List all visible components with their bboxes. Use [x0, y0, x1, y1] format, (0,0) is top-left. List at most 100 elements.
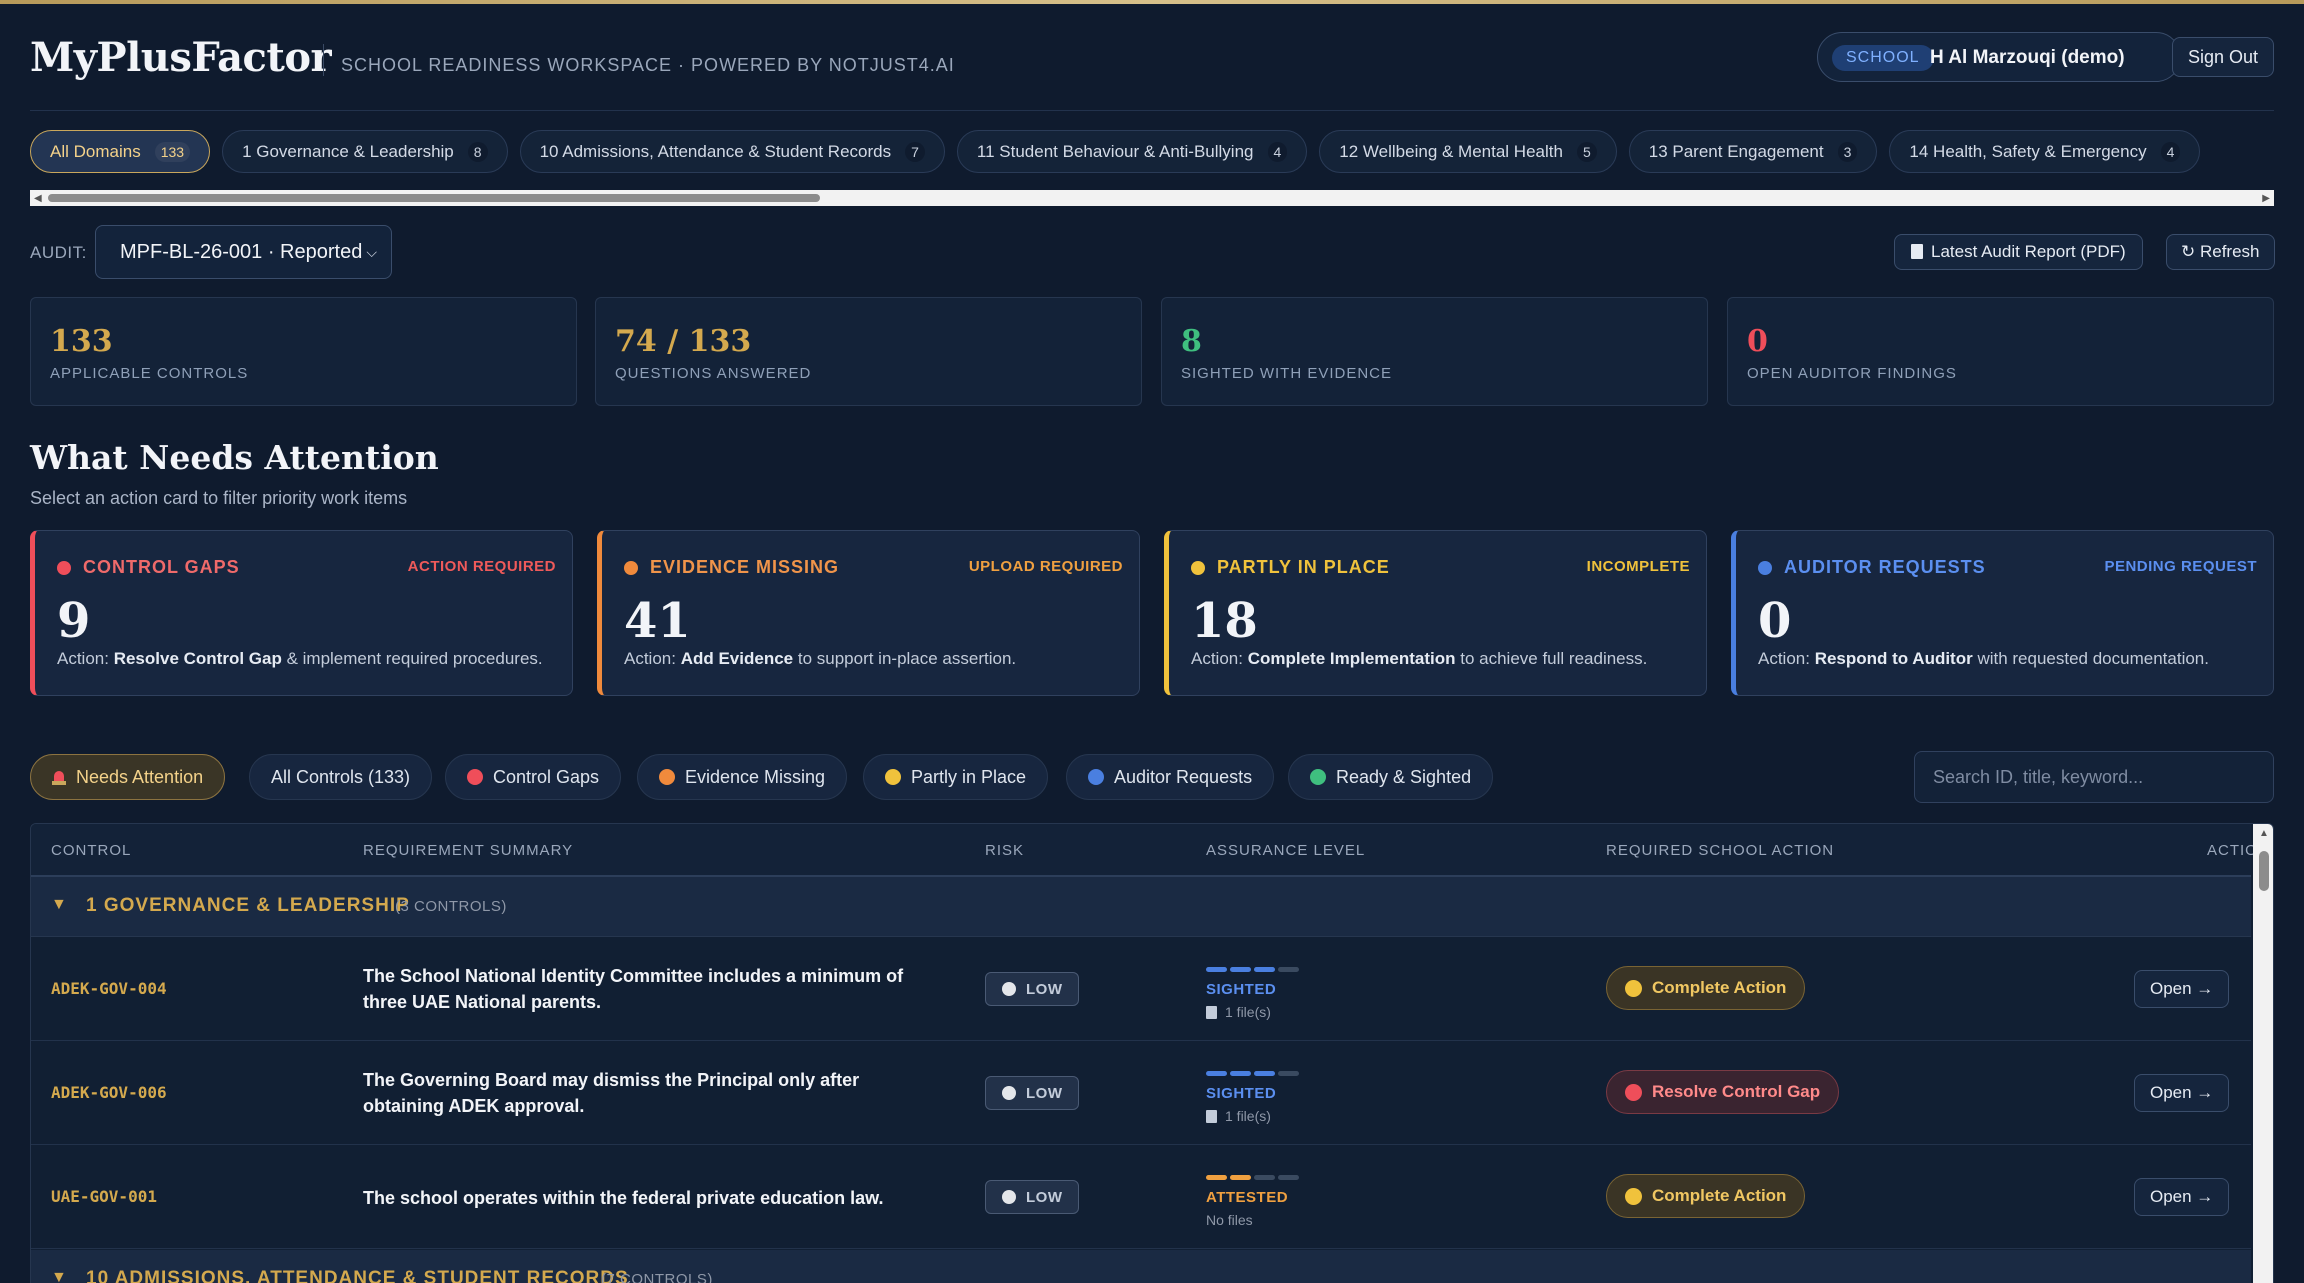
filter-evidence-missing[interactable]: Evidence Missing: [637, 754, 848, 800]
search-input[interactable]: Search ID, title, keyword...: [1914, 751, 2274, 803]
domain-tab-count: 8: [467, 141, 488, 162]
risk-label: LOW: [1026, 1188, 1063, 1206]
collapse-triangle-icon[interactable]: ▼: [51, 896, 67, 914]
risk-label: LOW: [1026, 980, 1063, 998]
group-row-governance[interactable]: ▼ 1 GOVERNANCE & LEADERSHIP (3 CONTROLS): [31, 877, 2251, 937]
action-card-evidence-missing[interactable]: EVIDENCE MISSING UPLOAD REQUIRED 41 Acti…: [597, 530, 1140, 696]
group-count: (7 CONTROLS): [601, 1271, 713, 1283]
stat-card-applicable-controls: 133 APPLICABLE CONTROLS: [30, 297, 577, 406]
risk-badge: LOW: [985, 972, 1079, 1006]
filter-auditor-requests[interactable]: Auditor Requests: [1066, 754, 1275, 800]
red-dot-icon: [1625, 1083, 1642, 1101]
action-card-description: Action: Respond to Auditor with requeste…: [1758, 649, 2209, 668]
assurance-level: ATTESTED No files: [1206, 1175, 1299, 1228]
audit-select[interactable]: MPF-BL-26-001 · Reported ⌵: [95, 225, 392, 279]
sign-out-button[interactable]: Sign Out: [2171, 37, 2274, 77]
filter-needs-attention[interactable]: Needs Attention: [30, 754, 226, 800]
open-button[interactable]: Open →: [2134, 1178, 2230, 1216]
filter-label: Ready & Sighted: [1336, 766, 1472, 787]
open-button[interactable]: Open →: [2134, 1074, 2230, 1112]
yellow-dot-icon: [885, 769, 901, 785]
risk-dot-icon: [1002, 982, 1016, 996]
assurance-level: SIGHTED 1 file(s): [1206, 967, 1299, 1020]
section-subtitle: Select an action card to filter priority…: [30, 488, 408, 508]
domain-tab-admissions[interactable]: 10 Admissions, Attendance & Student Reco…: [519, 130, 945, 173]
table-scrollbar[interactable]: ▲: [2253, 824, 2273, 1283]
action-card-title: PARTLY IN PLACE: [1217, 557, 1390, 577]
action-card-description: Action: Complete Implementation to achie…: [1191, 649, 1648, 668]
brand-subtitle: SCHOOL READINESS WORKSPACE · POWERED BY …: [341, 55, 955, 75]
stat-value: 0: [1747, 324, 1768, 359]
audit-selected-value: MPF-BL-26-001 · Reported: [120, 241, 363, 263]
column-header: CONTROL: [51, 842, 132, 859]
file-count: 1 file(s): [1206, 1108, 1299, 1124]
filter-label: Auditor Requests: [1114, 766, 1253, 787]
collapse-triangle-icon[interactable]: ▼: [51, 1269, 67, 1283]
action-card-tag: PENDING REQUEST: [2104, 558, 2257, 575]
green-dot-icon: [1310, 769, 1326, 785]
filter-all-controls[interactable]: All Controls (133): [249, 754, 433, 800]
top-accent-line: [0, 0, 2304, 4]
risk-dot-icon: [1002, 1086, 1016, 1100]
filter-partly-in-place[interactable]: Partly in Place: [863, 754, 1049, 800]
domain-tabs-scrollbar[interactable]: ◀ ▶: [30, 190, 2274, 206]
domain-tabs: All Domains 133 1 Governance & Leadership…: [30, 130, 2274, 174]
scroll-up-icon[interactable]: ▲: [2259, 828, 2269, 839]
action-card-tag: INCOMPLETE: [1586, 558, 1690, 575]
domain-tab-count: 4: [2160, 141, 2181, 162]
latest-audit-report-button[interactable]: Latest Audit Report (PDF): [1894, 234, 2143, 270]
assurance-bars: [1206, 1071, 1299, 1076]
app-header: MyPlusFactor SCHOOL READINESS WORKSPACE …: [30, 30, 2274, 90]
action-card-auditor-requests[interactable]: AUDITOR REQUESTS PENDING REQUEST 0 Actio…: [1731, 530, 2274, 696]
refresh-button[interactable]: ↻ Refresh: [2166, 234, 2275, 270]
stat-label: OPEN AUDITOR FINDINGS: [1747, 365, 1957, 382]
domain-tab-all[interactable]: All Domains 133: [30, 130, 211, 173]
controls-table: CONTROL REQUIREMENT SUMMARY RISK ASSURAN…: [30, 823, 2274, 1283]
assurance-bars: [1206, 1175, 1299, 1180]
filter-control-gaps[interactable]: Control Gaps: [445, 754, 622, 800]
group-count: (3 CONTROLS): [395, 898, 507, 915]
scrollbar-thumb[interactable]: [48, 194, 820, 202]
report-button-label: Latest Audit Report (PDF): [1931, 242, 2126, 261]
domain-tab-count: 4: [1267, 141, 1288, 162]
action-card-number: 0: [1758, 593, 1792, 649]
status-dot-icon: [1758, 561, 1772, 575]
action-card-control-gaps[interactable]: CONTROL GAPS ACTION REQUIRED 9 Action: R…: [30, 530, 573, 696]
domain-tab-parent[interactable]: 13 Parent Engagement 3: [1628, 130, 1878, 173]
action-card-number: 9: [57, 593, 91, 649]
domain-tab-governance[interactable]: 1 Governance & Leadership 8: [222, 130, 508, 173]
action-card-tag: UPLOAD REQUIRED: [968, 558, 1123, 575]
table-row: ADEK-GOV-006 The Governing Board may dis…: [31, 1041, 2251, 1145]
red-dot-icon: [467, 769, 483, 785]
risk-badge: LOW: [985, 1180, 1079, 1214]
action-card-tag: ACTION REQUIRED: [407, 558, 556, 575]
open-button[interactable]: Open →: [2134, 970, 2230, 1008]
school-tag: SCHOOL: [1832, 45, 1934, 71]
filter-ready-sighted[interactable]: Ready & Sighted: [1288, 754, 1494, 800]
scroll-left-icon[interactable]: ◀: [34, 193, 42, 204]
status-dot-icon: [57, 561, 71, 575]
stat-label: APPLICABLE CONTROLS: [50, 365, 249, 382]
chevron-down-icon: ⌵: [366, 244, 377, 260]
domain-tab-behaviour[interactable]: 11 Student Behaviour & Anti-Bullying 4: [956, 130, 1308, 173]
table-scrollbar-thumb[interactable]: [2259, 851, 2269, 891]
domain-tab-wellbeing[interactable]: 12 Wellbeing & Mental Health 5: [1319, 130, 1617, 173]
filter-label: All Controls (133): [271, 766, 411, 787]
domain-tab-label: All Domains: [50, 141, 141, 161]
stat-card-sighted: 8 SIGHTED WITH EVIDENCE: [1161, 297, 1708, 406]
requirement-summary: The School National Identity Committee i…: [363, 966, 904, 1012]
control-id: ADEK-GOV-006: [51, 1083, 167, 1102]
file-count: No files: [1206, 1212, 1253, 1228]
header-divider: [323, 44, 324, 76]
scroll-right-icon[interactable]: ▶: [2262, 193, 2270, 204]
yellow-dot-icon: [1625, 1187, 1642, 1205]
action-card-number: 41: [624, 593, 691, 649]
action-card-partly-in-place[interactable]: PARTLY IN PLACE INCOMPLETE 18 Action: Co…: [1164, 530, 1707, 696]
requirement-summary: The school operates within the federal p…: [363, 1188, 884, 1208]
group-row-admissions[interactable]: ▼ 10 ADMISSIONS, ATTENDANCE & STUDENT RE…: [31, 1250, 2251, 1283]
filter-label: Control Gaps: [493, 766, 600, 787]
brand-logo: MyPlusFactor: [30, 34, 332, 81]
filter-label: Evidence Missing: [685, 766, 826, 787]
action-card-title: AUDITOR REQUESTS: [1784, 557, 1986, 577]
domain-tab-health[interactable]: 14 Health, Safety & Emergency 4: [1889, 130, 2201, 173]
